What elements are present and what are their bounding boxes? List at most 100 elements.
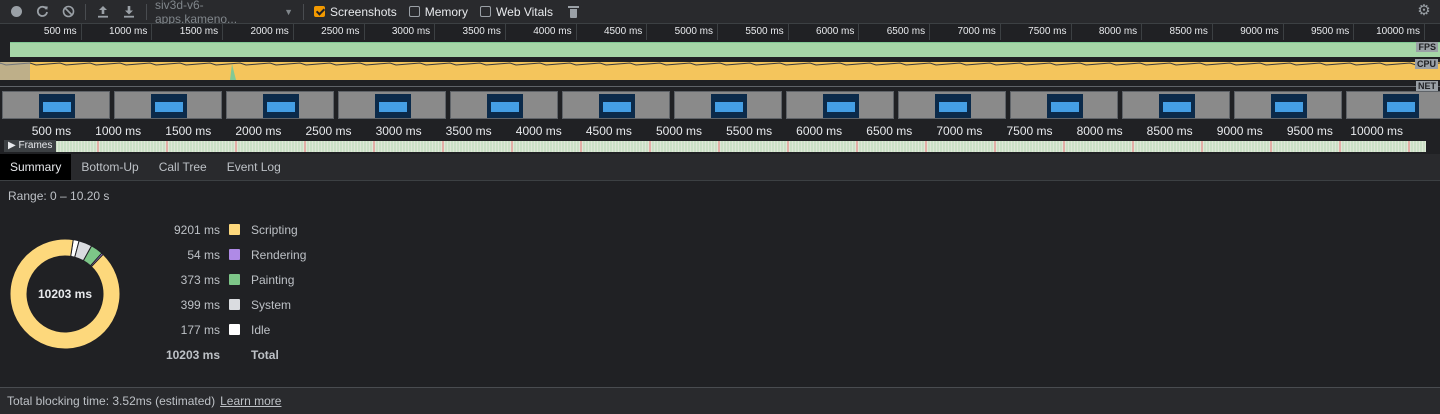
ruler-tick-line: [575, 24, 577, 40]
ruler-tick-label: 2000 ms: [250, 26, 289, 37]
chevron-down-icon: ▼: [284, 6, 293, 17]
legend-total-value: 10203 ms: [165, 348, 220, 362]
legend-swatch: [229, 274, 240, 285]
clear-icon: [62, 5, 74, 18]
ruler-tick-line: [363, 24, 365, 40]
timeline-overview[interactable]: 500 ms 1000 ms 1500 ms 2000 ms 2500 ms 3000 m…: [0, 24, 1440, 121]
cpu-lane-label: CPU: [1414, 59, 1438, 69]
reload-icon: [36, 5, 48, 17]
toolbar-divider: [303, 3, 304, 20]
memory-checkbox[interactable]: Memory: [408, 4, 469, 19]
legend-name: Rendering: [251, 248, 307, 262]
web-vitals-checkbox[interactable]: Web Vitals: [480, 5, 553, 19]
screenshot-image: [151, 94, 187, 118]
screenshot-thumbnail[interactable]: [338, 91, 446, 119]
ruler-tick-label: 500 ms: [31, 124, 72, 138]
toolbar-divider: [85, 3, 86, 20]
screenshot-thumbnail[interactable]: [786, 91, 894, 119]
load-profile-button[interactable]: [90, 0, 116, 23]
screenshots-checkbox[interactable]: Screenshots: [314, 5, 397, 19]
screenshot-thumbnail[interactable]: [2, 91, 110, 119]
ruler-tick-label: 6000 ms: [816, 26, 855, 37]
network-chart: [0, 86, 1440, 87]
status-footer: Total blocking time: 3.52ms (estimated) …: [0, 387, 1440, 414]
tab-call-tree[interactable]: Call Tree: [149, 154, 217, 180]
screenshot-image: [1159, 94, 1195, 118]
save-profile-button[interactable]: [116, 0, 142, 23]
screenshot-thumbnail[interactable]: [450, 91, 558, 119]
ruler-tick-label: 8000 ms: [1076, 124, 1123, 138]
ruler-tick-label: 5500 ms: [745, 26, 784, 37]
legend-name: Idle: [251, 323, 271, 337]
total-blocking-time: Total blocking time: 3.52ms (estimated): [7, 394, 216, 408]
legend-row-scripting: 9201 ms Scripting: [150, 221, 350, 239]
screenshots-filmstrip: [0, 91, 1440, 119]
ruler-tick-line: [1141, 24, 1143, 40]
screenshot-thumbnail[interactable]: [1122, 91, 1230, 119]
screenshot-image: [263, 94, 299, 118]
ruler-tick-label: 3500 ms: [462, 26, 501, 37]
screenshot-thumbnail[interactable]: [226, 91, 334, 119]
fps-lane-label: FPS: [1416, 42, 1438, 52]
memory-label: Memory: [424, 4, 469, 19]
clear-button[interactable]: [55, 0, 81, 23]
collect-garbage-button[interactable]: [559, 0, 585, 23]
download-icon: [124, 6, 134, 18]
record-button[interactable]: [3, 0, 29, 23]
legend-name: Painting: [251, 273, 295, 287]
ruler-tick-label: 2500 ms: [305, 124, 352, 138]
ruler-tick-label: 5000 ms: [674, 26, 713, 37]
screenshot-image: [599, 94, 635, 118]
ruler-tick-label: 6000 ms: [796, 124, 843, 138]
ruler-tick-label: 4500 ms: [585, 124, 632, 138]
ruler-tick-line: [646, 24, 648, 40]
details-tabs: Summary Bottom-Up Call Tree Event Log: [0, 154, 1440, 181]
web-vitals-label: Web Vitals: [496, 4, 553, 19]
frames-label: Frames: [18, 140, 53, 151]
ruler-tick-label: 10000 ms: [1350, 124, 1403, 138]
learn-more-link[interactable]: Learn more: [220, 394, 281, 408]
ruler-tick-label: 8500 ms: [1146, 124, 1193, 138]
ruler-tick-line: [292, 24, 294, 40]
ruler-tick-label: 4000 ms: [515, 124, 562, 138]
screenshot-image: [487, 94, 523, 118]
ruler-tick-line: [504, 24, 506, 40]
screenshot-image: [1271, 94, 1307, 118]
legend-swatch: [229, 299, 240, 310]
ruler-tick-line: [1424, 24, 1425, 40]
donut-total: 10203 ms: [37, 287, 93, 301]
checkbox-unchecked-icon: [480, 6, 492, 17]
ruler-tick-label: 6500 ms: [886, 26, 926, 37]
tab-summary[interactable]: Summary: [0, 154, 72, 180]
frames-track-toggle[interactable]: ▶ Frames: [4, 140, 57, 152]
ruler-tick-label: 1500 ms: [179, 26, 219, 37]
screenshot-thumbnail[interactable]: [114, 91, 222, 119]
timeline-toolbar: siv3d-v6-apps.kameno... ▼ Screenshots Me…: [0, 0, 1440, 26]
screenshot-thumbnail[interactable]: [898, 91, 1006, 119]
profile-select[interactable]: siv3d-v6-apps.kameno... ▼: [151, 0, 299, 26]
screenshot-thumbnail[interactable]: [1346, 91, 1440, 119]
ruler-tick-label: 1000 ms: [109, 26, 148, 37]
range-label: Range: 0 – 10.20 s: [8, 189, 110, 203]
screenshot-thumbnail[interactable]: [1234, 91, 1342, 119]
screenshot-image: [375, 94, 411, 118]
tab-bottom-up[interactable]: Bottom-Up: [71, 154, 148, 180]
screenshot-thumbnail[interactable]: [1010, 91, 1118, 119]
ruler-tick-label: 9000 ms: [1216, 124, 1263, 138]
settings-gear-icon[interactable]: ⚙: [1416, 3, 1432, 19]
cpu-chart: [0, 62, 1440, 80]
ruler-tick-label: 4500 ms: [603, 26, 643, 37]
ruler-tick-label: 1500 ms: [165, 124, 212, 138]
legend-value: 373 ms: [180, 273, 220, 287]
screenshot-thumbnail[interactable]: [562, 91, 670, 119]
tab-event-log[interactable]: Event Log: [217, 154, 291, 180]
screenshot-image: [935, 94, 971, 118]
reload-record-button[interactable]: [29, 0, 55, 23]
screenshot-thumbnail[interactable]: [674, 91, 782, 119]
legend-value: 177 ms: [180, 323, 220, 337]
screenshot-image: [1383, 94, 1419, 118]
ruler-tick-label: 3000 ms: [391, 26, 431, 37]
timeline-ruler: 500 ms 1000 ms 1500 ms 2000 ms 2500 ms 3000 m…: [0, 122, 1440, 139]
ruler-tick-label: 7000 ms: [936, 124, 983, 138]
profile-select-value: siv3d-v6-apps.kameno...: [155, 0, 238, 26]
